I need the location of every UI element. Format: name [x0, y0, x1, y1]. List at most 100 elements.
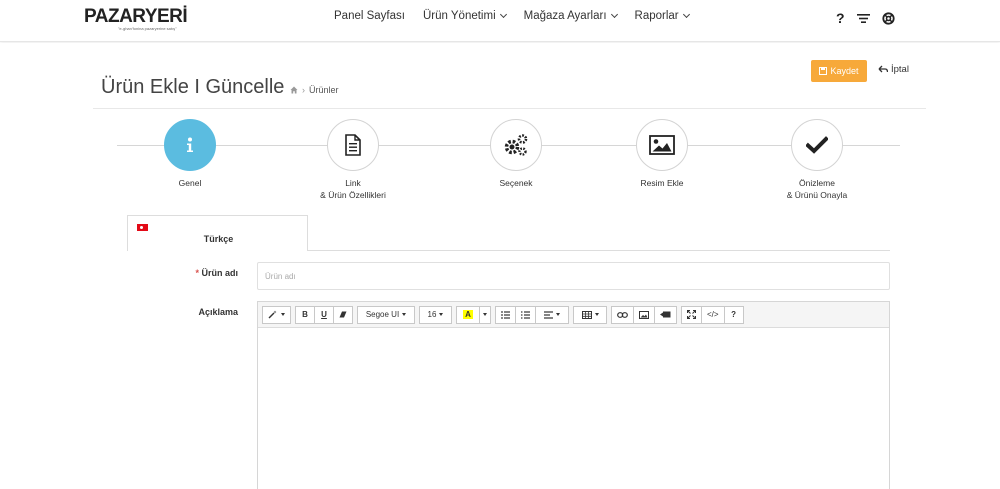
font-family-select[interactable]: Segoe UI — [357, 305, 415, 324]
chevron-down-icon — [499, 10, 507, 19]
toolbar-group-style — [262, 305, 291, 324]
ordered-list-button[interactable] — [515, 305, 536, 324]
required-mark: * — [195, 268, 199, 278]
insert-picture-button[interactable] — [633, 305, 655, 324]
caret-down-icon — [594, 313, 599, 316]
header-divider — [93, 108, 926, 109]
step-resim-ekle[interactable]: Resim Ekle — [592, 119, 732, 189]
product-name-label-text: Ürün adı — [201, 268, 238, 278]
step-circle — [164, 119, 216, 171]
step-label: Resim Ekle — [640, 178, 684, 188]
toolbar-group-font-size: 16 — [419, 305, 452, 324]
link-icon — [617, 311, 628, 318]
toolbar-group-font-style: B U — [295, 305, 353, 324]
logo[interactable]: PAZARYERİ "e-ghan'fonina pazaryerine sat… — [84, 6, 188, 31]
document-icon — [345, 134, 361, 156]
top-icons: ? — [836, 10, 895, 26]
logo-text: PAZARYERİ — [84, 6, 188, 27]
picture-icon — [639, 310, 649, 319]
table-button[interactable] — [573, 305, 607, 324]
cancel-button[interactable]: İptal — [878, 64, 909, 75]
home-icon[interactable] — [290, 86, 298, 94]
nav-label: Raporlar — [634, 10, 679, 22]
save-button[interactable]: Kaydet — [811, 60, 867, 82]
nav-label: Ürün Yönetimi — [422, 10, 496, 22]
step-label: Link & Ürün Özellikleri — [320, 178, 386, 200]
highlight-icon: A — [463, 310, 473, 319]
nav-urun-yonetimi[interactable]: Ürün Yönetimi — [422, 10, 507, 22]
unordered-list-button[interactable] — [495, 305, 516, 324]
nav-magaza-ayarlari[interactable]: Mağaza Ayarları — [523, 10, 618, 22]
nav-raporlar[interactable]: Raporlar — [634, 10, 690, 22]
numbered-list-icon — [521, 310, 530, 319]
caret-down-icon — [439, 313, 444, 316]
underline-button[interactable]: U — [314, 305, 334, 324]
step-secenek[interactable]: Seçenek — [446, 119, 586, 189]
language-tab-label: Türkçe — [203, 234, 234, 244]
toolbar-group-font-name: Segoe UI — [357, 305, 415, 324]
toolbar-group-insert — [611, 305, 677, 324]
magic-wand-style-button[interactable] — [262, 305, 291, 324]
color-dropdown-button[interactable] — [479, 305, 491, 324]
caret-down-icon — [556, 313, 560, 316]
breadcrumb-item[interactable]: Ürünler — [309, 85, 339, 95]
font-size-value: 16 — [427, 310, 437, 319]
step-onizleme-onayla[interactable]: Önizleme & Ürünü Onayla — [747, 119, 887, 201]
undo-arrow-icon — [878, 65, 888, 73]
gears-icon — [504, 134, 528, 156]
bold-button[interactable]: B — [295, 305, 315, 324]
toolbar-group-color: A — [456, 305, 491, 324]
help-button[interactable]: ? — [723, 305, 744, 324]
highlight-color-button[interactable]: A — [456, 305, 480, 324]
caret-down-icon — [402, 313, 407, 316]
main-nav: Panel Sayfası Ürün Yönetimi Mağaza Ayarl… — [334, 10, 690, 22]
page-title: Ürün Ekle I Güncelle — [101, 76, 285, 98]
step-circle — [327, 119, 379, 171]
fullscreen-button[interactable] — [681, 305, 702, 324]
nav-label: Panel Sayfası — [334, 10, 405, 22]
language-tab-turkce[interactable]: Türkçe — [127, 215, 308, 251]
description-editor: B U Segoe UI 16 A </> ? — [257, 301, 890, 489]
bullet-list-icon — [501, 310, 510, 319]
font-size-select[interactable]: 16 — [419, 305, 452, 324]
table-icon — [581, 310, 592, 319]
breadcrumb-separator: › — [302, 85, 305, 95]
editor-toolbar: B U Segoe UI 16 A </> ? — [258, 302, 889, 328]
caret-down-icon — [281, 313, 285, 316]
video-icon — [660, 311, 671, 318]
editor-content-area[interactable] — [258, 328, 889, 489]
fullscreen-icon — [687, 310, 696, 319]
step-genel[interactable]: Genel — [120, 119, 260, 189]
chevron-down-icon — [610, 10, 618, 19]
cancel-label: İptal — [891, 64, 909, 75]
magic-wand-icon — [268, 310, 277, 319]
logo-tagline: "e-ghan'fonina pazaryerine satış" — [118, 26, 177, 31]
step-link-ozellikler[interactable]: Link & Ürün Özellikleri — [283, 119, 423, 201]
info-icon — [187, 137, 193, 152]
step-circle — [490, 119, 542, 171]
turkey-flag-icon — [137, 224, 148, 231]
save-label: Kaydet — [830, 66, 859, 76]
breadcrumb: › Ürünler — [290, 85, 339, 95]
help-icon[interactable]: ? — [836, 10, 845, 26]
step-label: Genel — [178, 178, 202, 188]
font-family-value: Segoe UI — [365, 310, 400, 319]
step-circle — [791, 119, 843, 171]
toolbar-group-table — [573, 305, 607, 324]
align-left-icon — [544, 310, 553, 319]
product-name-label: * Ürün adı — [170, 268, 238, 278]
insert-link-button[interactable] — [611, 305, 634, 324]
lifebuoy-icon[interactable] — [881, 11, 895, 25]
filter-icon[interactable] — [856, 13, 870, 24]
nav-panel-sayfasi[interactable]: Panel Sayfası — [334, 10, 405, 22]
insert-video-button[interactable] — [654, 305, 677, 324]
step-label: Seçenek — [499, 178, 533, 188]
step-label: Önizleme & Ürünü Onayla — [786, 178, 848, 200]
paragraph-align-button[interactable] — [535, 305, 569, 324]
floppy-disk-icon — [819, 67, 828, 75]
code-view-button[interactable]: </> — [701, 305, 725, 324]
nav-label: Mağaza Ayarları — [523, 10, 607, 22]
clear-format-button[interactable] — [333, 305, 353, 324]
step-circle — [636, 119, 688, 171]
product-name-input[interactable] — [257, 262, 890, 290]
